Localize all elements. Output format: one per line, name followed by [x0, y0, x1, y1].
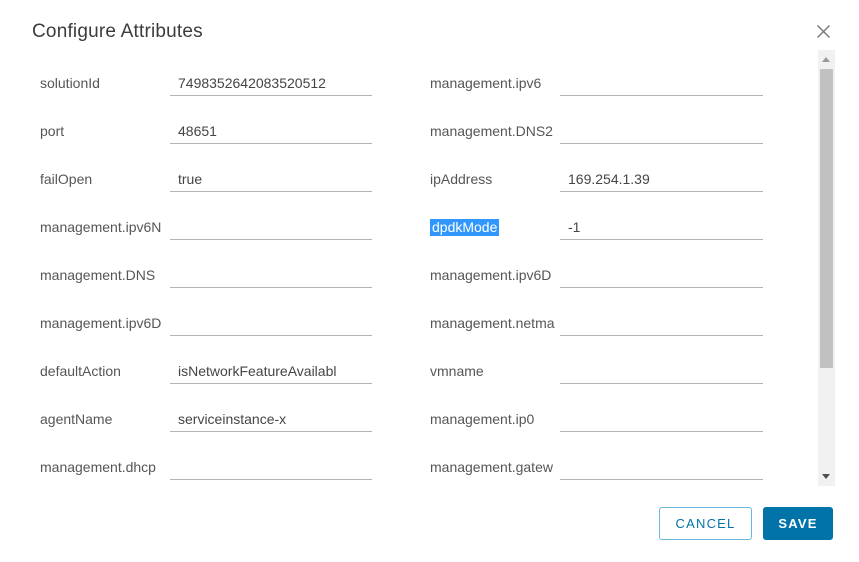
field-label-ipAddress: ipAddress	[430, 171, 560, 200]
field-label-solutionId: solutionId	[40, 75, 170, 104]
vertical-scrollbar[interactable]	[818, 50, 835, 486]
solutionId-input[interactable]	[170, 75, 372, 95]
cancel-button[interactable]: CANCEL	[659, 507, 752, 540]
field-row-management-ipv6: management.ipv6	[430, 56, 763, 104]
dpdkMode-input[interactable]	[560, 219, 763, 239]
scroll-down-icon[interactable]	[822, 474, 830, 479]
management-ipv6D-2-input[interactable]	[560, 267, 763, 287]
agentName-input[interactable]	[170, 411, 372, 431]
field-row-failOpen: failOpen	[40, 152, 372, 200]
field-label-management-dhcp: management.dhcp	[40, 459, 170, 488]
field-label-defaultAction: defaultAction	[40, 363, 170, 392]
field-row-ipAddress: ipAddress	[430, 152, 763, 200]
field-row-management-netmask: management.netma	[430, 296, 763, 344]
field-row-management-ipv6D-2: management.ipv6D	[430, 248, 763, 296]
dpdkMode-selected-text: dpdkMode	[430, 219, 499, 236]
field-row-management-DNS2: management.DNS2	[430, 104, 763, 152]
management-ipv6-input[interactable]	[560, 75, 763, 95]
field-label-vmname: vmname	[430, 363, 560, 392]
field-label-agentName: agentName	[40, 411, 170, 440]
close-button[interactable]	[814, 24, 832, 42]
scroll-up-icon[interactable]	[822, 57, 830, 62]
field-label-management-ipv6D-2: management.ipv6D	[430, 267, 560, 296]
management-DNS-input[interactable]	[170, 267, 372, 287]
defaultAction-input[interactable]	[170, 363, 372, 383]
field-row-agentName: agentName	[40, 392, 372, 440]
port-input[interactable]	[170, 123, 372, 143]
ipAddress-input[interactable]	[560, 171, 763, 191]
field-label-management-netmask: management.netma	[430, 315, 560, 344]
field-label-failOpen: failOpen	[40, 171, 170, 200]
field-row-management-ipv6N: management.ipv6N	[40, 200, 372, 248]
field-label-management-ipv6: management.ipv6	[430, 75, 560, 104]
field-label-management-gateway: management.gatew	[430, 459, 560, 488]
field-label-management-DNS: management.DNS	[40, 267, 170, 296]
field-row-vmname: vmname	[430, 344, 763, 392]
scrollbar-thumb[interactable]	[820, 69, 833, 368]
dialog-title: Configure Attributes	[32, 21, 203, 43]
management-dhcp-input[interactable]	[170, 459, 372, 479]
field-row-port: port	[40, 104, 372, 152]
field-row-defaultAction: defaultAction	[40, 344, 372, 392]
field-label-management-ipv6D: management.ipv6D	[40, 315, 170, 344]
field-row-management-ip0: management.ip0	[430, 392, 763, 440]
field-row-management-DNS: management.DNS	[40, 248, 372, 296]
field-label-port: port	[40, 123, 170, 152]
field-row-solutionId: solutionId	[40, 56, 372, 104]
management-netmask-input[interactable]	[560, 315, 763, 335]
field-row-management-dhcp: management.dhcp	[40, 440, 372, 488]
left-column: solutionId port failOpen management.ipv6…	[40, 56, 372, 488]
close-icon	[816, 24, 831, 42]
right-column: management.ipv6 management.DNS2 ipAddres…	[430, 56, 763, 488]
management-ip0-input[interactable]	[560, 411, 763, 431]
management-ipv6D-input[interactable]	[170, 315, 372, 335]
configure-attributes-dialog: Configure Attributes solutionId port fai…	[0, 0, 859, 562]
field-row-dpdkMode: dpdkMode	[430, 200, 763, 248]
save-button[interactable]: SAVE	[763, 507, 833, 540]
vmname-input[interactable]	[560, 363, 763, 383]
field-row-management-ipv6D: management.ipv6D	[40, 296, 372, 344]
field-label-management-ipv6N: management.ipv6N	[40, 219, 170, 248]
field-label-dpdkMode: dpdkMode	[430, 219, 560, 248]
field-row-management-gateway: management.gatew	[430, 440, 763, 488]
management-ipv6N-input[interactable]	[170, 219, 372, 239]
management-DNS2-input[interactable]	[560, 123, 763, 143]
field-label-management-DNS2: management.DNS2	[430, 123, 560, 152]
field-label-management-ip0: management.ip0	[430, 411, 560, 440]
management-gateway-input[interactable]	[560, 459, 763, 479]
failOpen-input[interactable]	[170, 171, 372, 191]
